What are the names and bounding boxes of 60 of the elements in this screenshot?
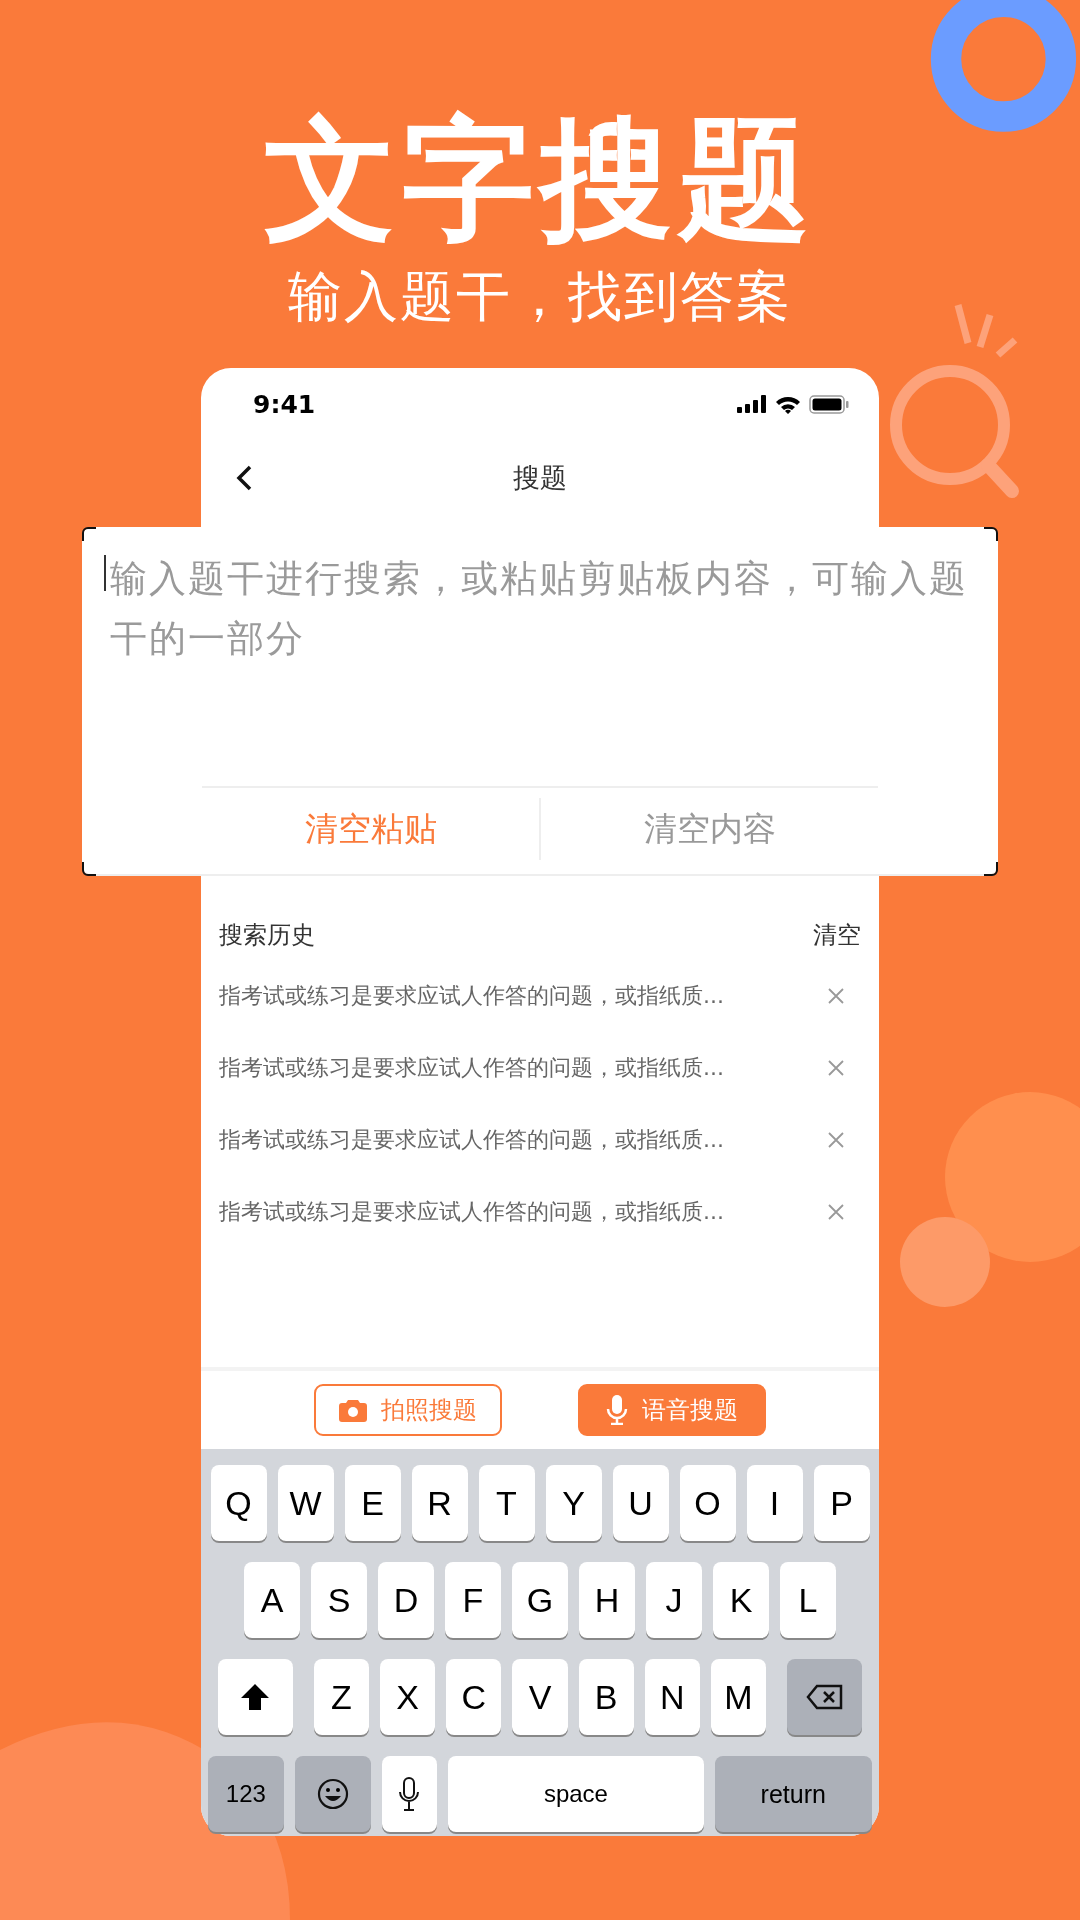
dictation-key[interactable] <box>381 1756 438 1832</box>
return-key[interactable]: return <box>714 1756 872 1832</box>
wifi-icon <box>775 394 801 414</box>
history-title: 搜索历史 <box>219 920 315 951</box>
emoji-icon <box>316 1778 349 1810</box>
keyboard-key[interactable]: A <box>244 1562 300 1638</box>
headline: 文字搜题 <box>264 104 816 254</box>
back-icon[interactable] <box>235 464 253 492</box>
history-item[interactable]: 指考试或练习是要求应试人作答的问题，或指纸质... <box>219 1197 724 1227</box>
emoji-key[interactable] <box>294 1756 371 1832</box>
delete-key[interactable] <box>787 1659 862 1735</box>
page-title: 搜题 <box>513 461 567 495</box>
keyboard-key[interactable]: P <box>813 1465 870 1541</box>
microphone-icon <box>606 1395 628 1425</box>
microphone-icon <box>399 1777 420 1811</box>
keyboard-key[interactable]: Z <box>313 1659 370 1735</box>
close-icon[interactable] <box>827 1059 845 1077</box>
shift-key[interactable] <box>218 1659 293 1735</box>
keyboard-key[interactable]: J <box>646 1562 702 1638</box>
keyboard-key[interactable]: N <box>644 1659 700 1735</box>
keyboard-key[interactable]: C <box>446 1659 502 1735</box>
keyboard-key[interactable]: G <box>512 1562 568 1638</box>
keyboard-key[interactable]: L <box>780 1562 836 1638</box>
keyboard-key[interactable]: O <box>679 1465 736 1541</box>
history-item[interactable]: 指考试或练习是要求应试人作答的问题，或指纸质... <box>219 1125 724 1155</box>
clear-history-button[interactable]: 清空 <box>813 919 861 951</box>
keyboard-key[interactable]: S <box>311 1562 367 1638</box>
shift-icon <box>240 1683 271 1711</box>
keyboard-key[interactable]: F <box>445 1562 501 1638</box>
keyboard-key[interactable]: V <box>512 1659 568 1735</box>
keyboard-key[interactable]: M <box>710 1659 767 1735</box>
numbers-key[interactable]: 123 <box>208 1756 284 1832</box>
close-icon[interactable] <box>827 1131 845 1149</box>
keyboard-key[interactable]: T <box>478 1465 535 1541</box>
history-item[interactable]: 指考试或练习是要求应试人作答的问题，或指纸质... <box>219 1053 724 1083</box>
space-key[interactable]: space <box>448 1756 704 1832</box>
close-icon[interactable] <box>827 1203 845 1221</box>
battery-icon <box>809 394 849 414</box>
keyboard-key[interactable]: U <box>612 1465 669 1541</box>
keyboard-key[interactable]: Q <box>210 1465 267 1541</box>
keyboard-key[interactable]: W <box>277 1465 334 1541</box>
keyboard-key[interactable]: Y <box>545 1465 602 1541</box>
close-icon[interactable] <box>827 987 845 1005</box>
keyboard-key[interactable]: H <box>579 1562 635 1638</box>
keyboard-key[interactable]: B <box>578 1659 634 1735</box>
camera-icon <box>339 1398 367 1422</box>
corner-mark <box>82 862 96 876</box>
keyboard-key[interactable]: K <box>713 1562 769 1638</box>
keyboard-key[interactable]: X <box>380 1659 436 1735</box>
backspace-icon <box>805 1684 844 1710</box>
question-input[interactable]: 输入题干进行搜索，或粘贴剪贴板内容，可输入题干的一部分 <box>82 527 998 785</box>
keyboard-key[interactable]: E <box>344 1465 401 1541</box>
keyboard-key[interactable]: D <box>378 1562 434 1638</box>
corner-mark <box>984 862 998 876</box>
signal-icon <box>737 395 767 413</box>
subheadline: 输入题干，找到答案 <box>288 264 792 330</box>
keyboard-key[interactable]: R <box>411 1465 468 1541</box>
keyboard-key[interactable]: I <box>746 1465 803 1541</box>
history-item[interactable]: 指考试或练习是要求应试人作答的问题，或指纸质... <box>219 981 724 1011</box>
status-time: 9:41 <box>253 389 316 419</box>
